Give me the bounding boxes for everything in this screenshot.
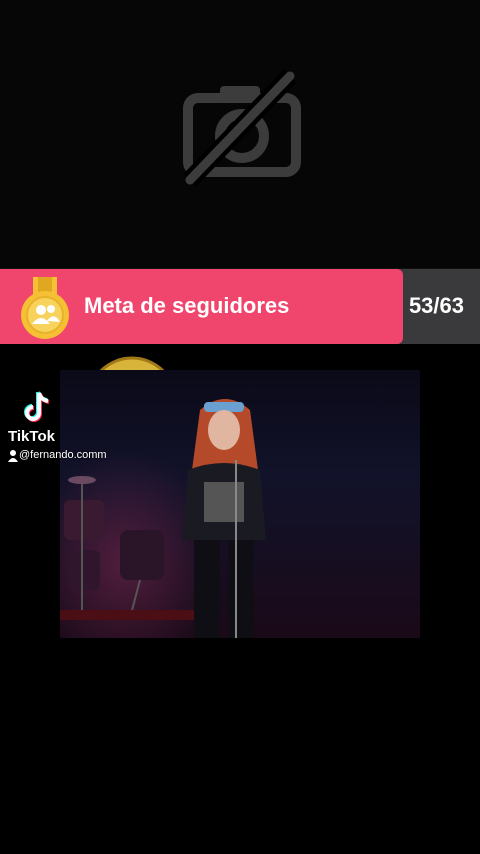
goal-label: Meta de seguidores xyxy=(84,293,290,318)
followers-medal-icon xyxy=(21,277,69,339)
tiktok-watermark: TikTok @fernando.comm xyxy=(6,390,136,470)
camera-off-panel xyxy=(0,0,480,269)
tiktok-brand-label: TikTok xyxy=(8,428,55,445)
follower-goal-bar[interactable]: Meta de seguidores 53/63 xyxy=(0,269,480,344)
user-icon xyxy=(8,450,18,462)
tiktok-logo-icon xyxy=(24,391,50,422)
tiktok-handle: @fernando.comm xyxy=(19,449,107,461)
performer-image xyxy=(182,399,266,638)
goal-count: 53/63 xyxy=(408,293,464,318)
camera-off-icon[interactable] xyxy=(180,70,304,188)
